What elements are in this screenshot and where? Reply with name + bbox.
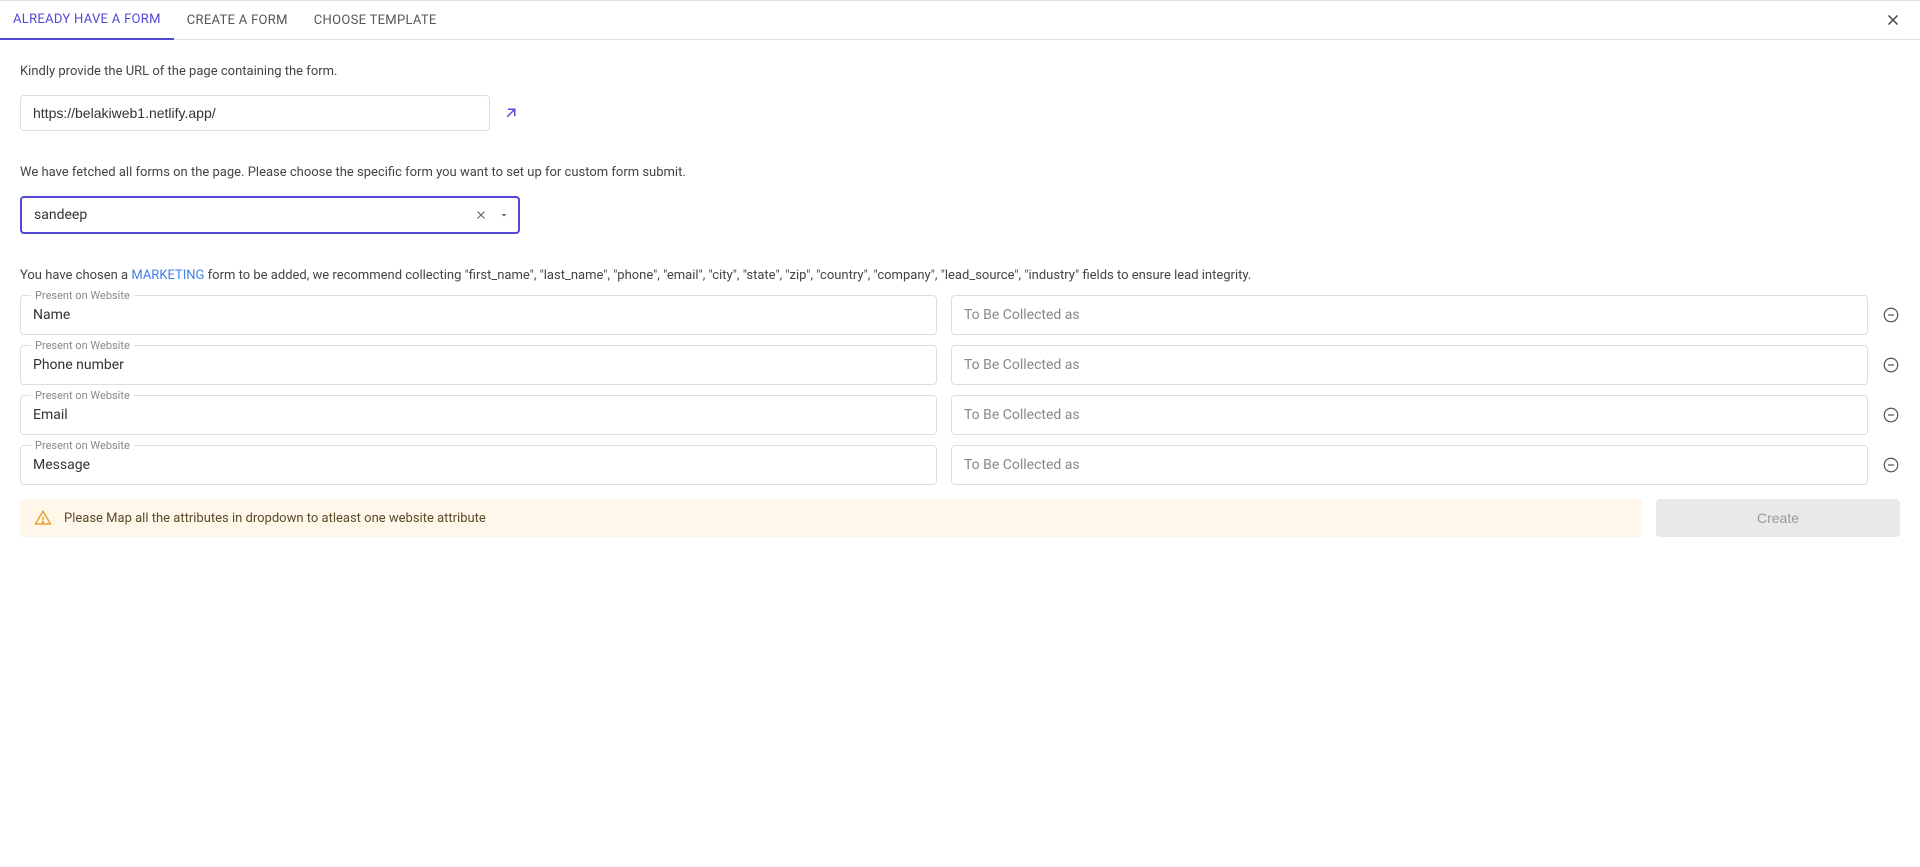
- form-select-value: sandeep: [34, 207, 87, 223]
- chosen-text: You have chosen a MARKETING form to be a…: [20, 268, 1900, 283]
- tabs-bar: ALREADY HAVE A FORM CREATE A FORM CHOOSE…: [0, 0, 1920, 40]
- present-value: Email: [33, 407, 68, 423]
- tab-create-a-form[interactable]: CREATE A FORM: [174, 1, 301, 39]
- remove-row-icon[interactable]: [1882, 306, 1900, 324]
- chevron-down-icon[interactable]: [498, 209, 510, 221]
- create-button[interactable]: Create: [1656, 499, 1900, 537]
- close-icon[interactable]: [1884, 11, 1902, 29]
- url-instruction: Kindly provide the URL of the page conta…: [20, 64, 1900, 79]
- map-row: Present on Website Message To Be Collect…: [20, 445, 1900, 485]
- form-select-controls: [474, 208, 510, 222]
- to-be-collected-field[interactable]: To Be Collected as: [951, 345, 1868, 385]
- bottom-row: Please Map all the attributes in dropdow…: [20, 499, 1900, 537]
- present-label: Present on Website: [31, 439, 134, 452]
- warning-icon: [34, 509, 52, 527]
- remove-row-icon[interactable]: [1882, 456, 1900, 474]
- page-url-input[interactable]: [20, 95, 490, 131]
- clear-icon[interactable]: [474, 208, 488, 222]
- form-select-box[interactable]: sandeep: [20, 196, 520, 234]
- chosen-prefix: You have chosen a: [20, 268, 131, 283]
- fetched-instruction: We have fetched all forms on the page. P…: [20, 165, 1900, 180]
- present-value: Message: [33, 457, 90, 473]
- collect-placeholder: To Be Collected as: [964, 457, 1080, 473]
- to-be-collected-field[interactable]: To Be Collected as: [951, 295, 1868, 335]
- map-row: Present on Website Name To Be Collected …: [20, 295, 1900, 335]
- tab-already-have-a-form[interactable]: ALREADY HAVE A FORM: [0, 2, 174, 40]
- form-select[interactable]: sandeep: [20, 196, 520, 234]
- mapping-rows: Present on Website Name To Be Collected …: [20, 295, 1900, 485]
- open-link-icon[interactable]: [502, 104, 520, 122]
- tab-choose-template[interactable]: CHOOSE TEMPLATE: [301, 1, 450, 39]
- present-label: Present on Website: [31, 389, 134, 402]
- remove-row-icon[interactable]: [1882, 356, 1900, 374]
- present-value: Name: [33, 307, 70, 323]
- marketing-link[interactable]: MARKETING: [131, 268, 204, 283]
- collect-placeholder: To Be Collected as: [964, 357, 1080, 373]
- collect-placeholder: To Be Collected as: [964, 307, 1080, 323]
- present-on-website-field[interactable]: Present on Website Phone number: [20, 345, 937, 385]
- present-label: Present on Website: [31, 339, 134, 352]
- map-row: Present on Website Phone number To Be Co…: [20, 345, 1900, 385]
- warning-box: Please Map all the attributes in dropdow…: [20, 499, 1642, 537]
- present-on-website-field[interactable]: Present on Website Message: [20, 445, 937, 485]
- to-be-collected-field[interactable]: To Be Collected as: [951, 395, 1868, 435]
- content-area: Kindly provide the URL of the page conta…: [0, 40, 1920, 557]
- present-value: Phone number: [33, 357, 124, 373]
- collect-placeholder: To Be Collected as: [964, 407, 1080, 423]
- map-row: Present on Website Email To Be Collected…: [20, 395, 1900, 435]
- present-label: Present on Website: [31, 289, 134, 302]
- present-on-website-field[interactable]: Present on Website Email: [20, 395, 937, 435]
- remove-row-icon[interactable]: [1882, 406, 1900, 424]
- url-row: [20, 95, 1900, 131]
- present-on-website-field[interactable]: Present on Website Name: [20, 295, 937, 335]
- chosen-suffix: form to be added, we recommend collectin…: [204, 268, 1251, 283]
- warning-text: Please Map all the attributes in dropdow…: [64, 511, 486, 526]
- to-be-collected-field[interactable]: To Be Collected as: [951, 445, 1868, 485]
